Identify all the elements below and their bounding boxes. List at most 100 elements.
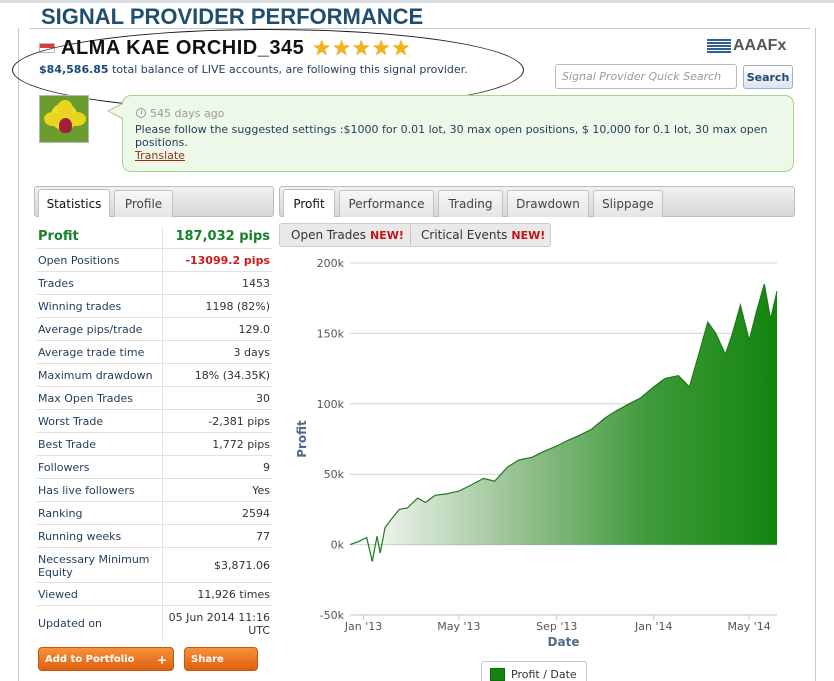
stat-label: Trades [38,277,74,290]
x-tick-label: Sep '13 [536,620,577,633]
stat-row-running-weeks: Running weeks 77 [37,525,272,548]
provider-name: ALMA KAE ORCHID_345 [61,36,305,59]
stat-column-divider [162,479,163,501]
stat-label: Profit [38,229,79,244]
message-time: 545 days ago [150,107,225,120]
stat-row-updated-on: Updated on 05 Jun 2014 11:16 UTC [37,606,272,642]
x-tick-label: May '14 [728,620,771,633]
x-axis-title: Date [548,635,580,649]
message-pointer-fill [109,104,123,118]
y-tick-label: 100k [317,398,345,411]
stat-column-divider [162,341,163,363]
legend-swatch [490,668,505,681]
profit-area [350,284,777,562]
stat-row-live-followers: Has live followers Yes [37,479,272,502]
stat-label: Open Positions [38,254,120,267]
stat-row-viewed: Viewed 11,926 times [37,583,272,606]
subtab-open-trades[interactable]: Open Trades NEW! [291,224,404,246]
stat-value: 1453 [242,277,270,290]
stat-column-divider [162,525,163,547]
stat-row-average-trade-time: Average trade time 3 days [37,341,272,364]
search-button[interactable]: Search [743,65,793,89]
stat-column-divider [162,583,163,605]
x-tick-label: Jan '13 [344,620,382,633]
share-button[interactable]: Share [184,647,258,671]
new-badge: NEW! [369,228,404,242]
stat-row-minimum-equity: Necessary Minimum Equity $3,871.06 [37,548,272,583]
stat-column-divider [162,433,163,455]
stat-value: -13099.2 pips [185,254,270,267]
stat-row-average-pips: Average pips/trade 129.0 [37,318,272,341]
stat-column-divider [162,410,163,432]
tab-profit[interactable]: Profit [283,189,335,217]
y-axis-title: Profit [295,420,309,458]
balance-text: total balance of LIVE accounts, are foll… [112,63,468,76]
translate-link[interactable]: Translate [135,149,185,162]
stat-label: Maximum drawdown [38,369,153,382]
profit-chart-svg: -50k 0k 50k 100k 150k 200k Jan '13 May '13 Sep '… [295,257,778,649]
provider-header: ALMA KAE ORCHID_345 ★★★★★ [39,36,411,60]
stat-value: 1,772 pips [212,438,270,451]
stat-label: Ranking [38,507,83,520]
y-tick-label: 0k [331,539,345,552]
tab-trading[interactable]: Trading [438,190,503,217]
page: SIGNAL PROVIDER PERFORMANCE ALMA KAE ORC… [0,0,834,681]
x-tick-label: Jan '14 [634,620,672,633]
stat-label: Worst Trade [38,415,104,428]
tab-performance[interactable]: Performance [339,190,434,217]
stat-value: 1198 (82%) [205,300,270,313]
stat-label: Best Trade [38,438,96,451]
stat-value: 77 [256,530,270,543]
y-tick-label: 50k [324,468,345,481]
legend-label: Profit / Date [511,668,577,681]
stat-label: Updated on [38,617,103,630]
profit-chart: -50k 0k 50k 100k 150k 200k Jan '13 May '13 Sep '… [290,252,790,652]
stat-column-divider [162,548,163,582]
balance-line: $84,586.85 total balance of LIVE account… [39,63,468,76]
stat-value: -2,381 pips [208,415,270,428]
stat-row-trades: Trades 1453 [37,272,272,295]
subtab-divider [410,225,411,245]
avatar-flower-lip [59,118,72,133]
tab-drawdown[interactable]: Drawdown [507,190,589,217]
add-to-portfolio-button[interactable]: Add to Portfolio + [38,647,174,671]
avatar[interactable] [39,95,89,143]
stat-value: 30 [256,392,270,405]
stat-label: Max Open Trades [38,392,133,405]
stat-column-divider [162,318,163,340]
stat-value: 129.0 [238,323,271,336]
stat-label: Has live followers [38,484,135,497]
stat-value: 11,926 times [197,588,270,601]
subtab-critical-events-label: Critical Events [421,228,508,242]
subtab-critical-events[interactable]: Critical Events NEW! [421,224,545,246]
balance-amount: $84,586.85 [39,63,109,76]
stat-column-divider [162,456,163,478]
stat-column-divider [162,272,163,294]
brand-logo[interactable]: AAAFx [707,37,786,55]
tab-profile[interactable]: Profile [114,190,173,217]
stat-column-divider [162,295,163,317]
stat-label: Necessary Minimum Equity [38,553,150,579]
stat-column-divider [162,364,163,386]
stat-label: Average trade time [38,346,145,359]
stat-column-divider [162,502,163,524]
stat-column-divider [162,387,163,409]
stat-value: 2594 [242,507,270,520]
tab-slippage[interactable]: Slippage [593,190,663,217]
y-tick-label: -50k [320,609,345,622]
stat-column-divider [162,226,163,248]
stat-column-divider [162,249,163,271]
logo-icon [707,39,731,53]
tab-statistics[interactable]: Statistics [38,189,110,217]
stat-value: 05 Jun 2014 11:16 UTC [168,611,270,637]
search-input[interactable] [555,64,737,89]
stat-row-profit: Profit 187,032 pips [37,226,272,249]
stat-label: Followers [38,461,90,474]
stat-label: Winning trades [38,300,122,313]
star-rating: ★★★★★ [312,36,412,60]
stat-row-open-positions: Open Positions -13099.2 pips [37,249,272,272]
add-to-portfolio-label: Add to Portfolio [45,653,135,665]
stat-label: Average pips/trade [38,323,143,336]
stat-row-max-open-trades: Max Open Trades 30 [37,387,272,410]
title-divider [30,28,810,29]
